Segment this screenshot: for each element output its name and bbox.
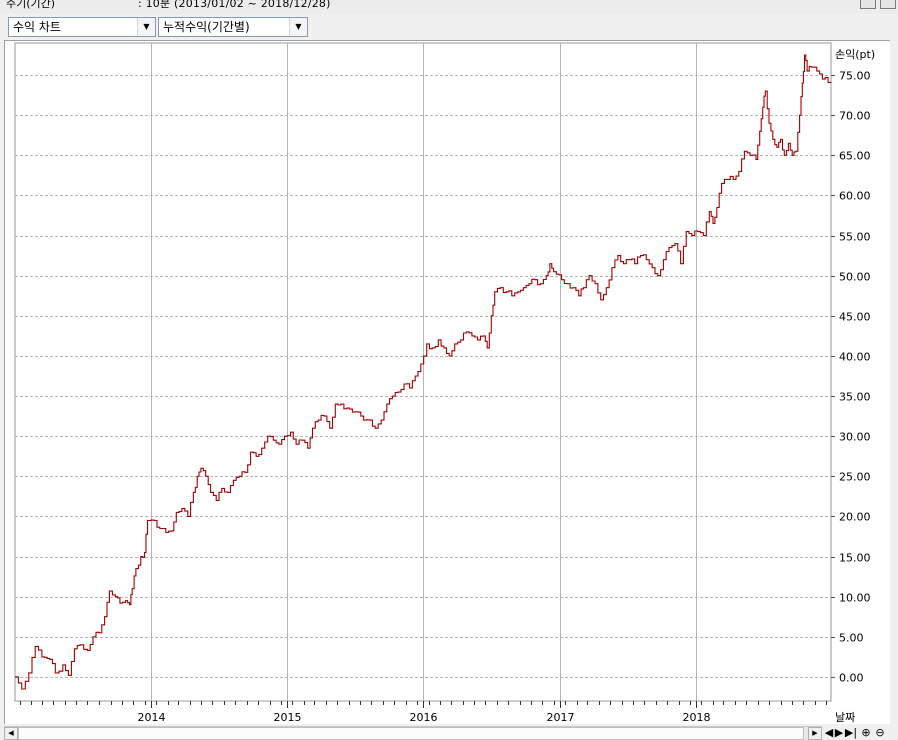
- y-axis-label: 손익(pt): [835, 48, 875, 61]
- y-tick-label: 40.00: [839, 351, 871, 364]
- mode-select-value: 누적수익(기간별): [163, 20, 250, 34]
- y-tick-label: 75.00: [839, 70, 871, 83]
- scroll-left-button[interactable]: ◀: [4, 727, 18, 740]
- chevron-down-icon[interactable]: ▼: [289, 18, 307, 36]
- scroll-right-button[interactable]: ▶: [808, 727, 822, 740]
- x-tick-label: 2015: [274, 711, 302, 724]
- maximize-button[interactable]: [880, 0, 896, 9]
- x-tick-label: 2018: [683, 711, 711, 724]
- next-icon[interactable]: ▶: [834, 726, 844, 740]
- y-tick-label: 25.00: [839, 471, 871, 484]
- profit-chart[interactable]: 0.00 5.00 10.00 15.00 20.00 25.00 30.00 35.00 40…: [5, 41, 891, 725]
- x-tick-label: 2016: [410, 711, 438, 724]
- horizontal-scrollbar[interactable]: ◀ ▶: [4, 726, 822, 740]
- y-tick-label: 65.00: [839, 150, 871, 163]
- mode-select[interactable]: 누적수익(기간별) ▼: [158, 17, 308, 37]
- y-tick-label: 20.00: [839, 511, 871, 524]
- y-tick-label: 0.00: [839, 672, 864, 685]
- y-tick-label: 5.00: [839, 632, 864, 645]
- y-tick-label: 45.00: [839, 311, 871, 324]
- x-axis-label: 날짜: [835, 711, 855, 724]
- y-tick-label: 30.00: [839, 431, 871, 444]
- y-tick-label: 50.00: [839, 271, 871, 284]
- axis-layer: 0.00 5.00 10.00 15.00 20.00 25.00 30.00 35.00 40…: [20, 48, 875, 724]
- chart-area[interactable]: 0.00 5.00 10.00 15.00 20.00 25.00 30.00 35.00 40…: [4, 40, 890, 724]
- minimize-button[interactable]: [860, 0, 876, 9]
- y-tick-label: 15.00: [839, 552, 871, 565]
- chart-type-select-value: 수익 차트: [13, 20, 61, 34]
- prev-icon[interactable]: ◀: [824, 726, 834, 740]
- y-tick-label: 10.00: [839, 592, 871, 605]
- grid-layer: [14, 42, 832, 702]
- y-tick-label: 60.00: [839, 190, 871, 203]
- chart-type-select[interactable]: 수익 차트 ▼: [8, 17, 156, 37]
- x-tick-label: 2017: [547, 711, 575, 724]
- end-icon[interactable]: ▶|: [844, 726, 858, 740]
- period-label: 주기(기간): [6, 0, 56, 10]
- y-tick-label: 55.00: [839, 231, 871, 244]
- scroll-thumb[interactable]: [18, 727, 804, 740]
- top-strip: 주기(기간) : 10분 (2013/01/02 ~ 2018/12/28): [0, 0, 898, 14]
- chevron-down-icon[interactable]: ▼: [137, 18, 155, 36]
- y-tick-label: 70.00: [839, 110, 871, 123]
- y-tick-label: 35.00: [839, 391, 871, 404]
- zoom-out-icon[interactable]: ⊖: [874, 726, 886, 740]
- zoom-in-icon[interactable]: ⊕: [860, 726, 872, 740]
- period-value: : 10분 (2013/01/02 ~ 2018/12/28): [138, 0, 331, 10]
- x-tick-label: 2014: [138, 711, 166, 724]
